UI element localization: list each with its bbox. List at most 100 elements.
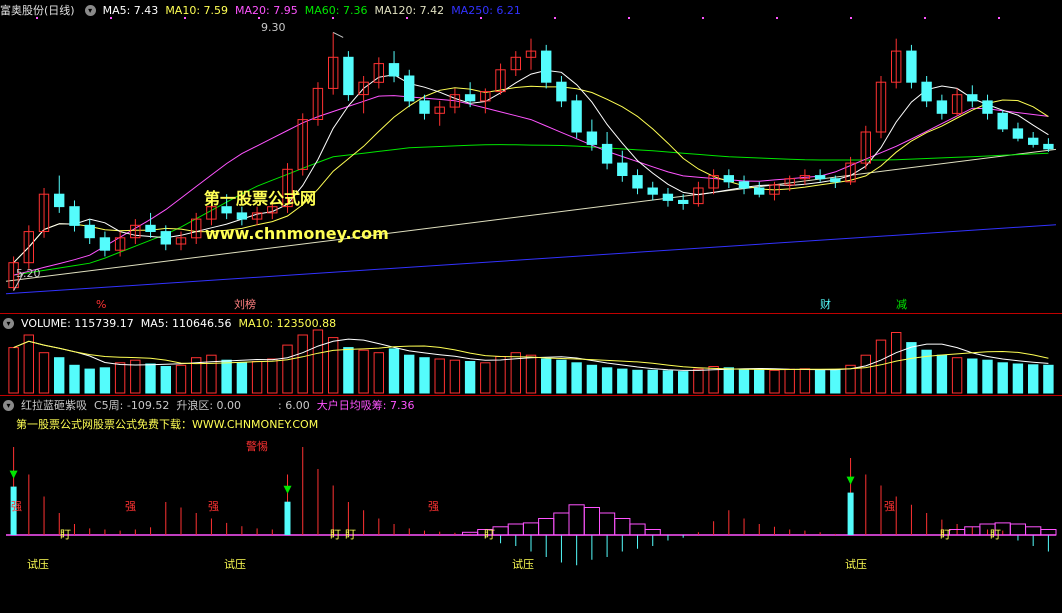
collapse-icon[interactable]: ▾ xyxy=(3,317,14,329)
volume-bar xyxy=(206,354,217,394)
accumulation-bar xyxy=(599,512,616,536)
volume-bar xyxy=(662,370,674,394)
indicator-c5: C5周: -109.52 xyxy=(94,398,170,412)
volume-bar xyxy=(38,352,50,394)
signal-dot xyxy=(554,17,556,19)
signal-dot xyxy=(480,17,482,19)
event-marker[interactable]: 刘榜 xyxy=(234,298,256,311)
candle-down xyxy=(586,131,598,145)
volume-bar xyxy=(632,369,643,394)
event-marker[interactable]: % xyxy=(96,298,106,311)
volume-bar xyxy=(830,369,841,394)
volume-value: VOLUME: 115739.17 xyxy=(21,316,134,330)
accumulation-bar xyxy=(507,523,524,536)
volume-bar xyxy=(84,368,95,394)
event-marker[interactable]: 财 xyxy=(820,298,831,311)
accumulation-bar xyxy=(1025,526,1042,536)
volume-bar xyxy=(251,361,263,394)
accumulation-bar xyxy=(553,512,570,536)
candle-down xyxy=(236,212,248,220)
strong-label: 强 xyxy=(884,500,895,513)
volume-bar xyxy=(723,367,734,394)
candle-down xyxy=(921,81,932,102)
candle-down xyxy=(632,175,643,189)
down-arrow-icon xyxy=(846,476,855,485)
test-label: 试压 xyxy=(27,558,49,571)
volume-bar xyxy=(328,337,339,394)
volume-bar xyxy=(738,368,750,394)
volume-bar xyxy=(282,344,293,394)
candle-down xyxy=(997,112,1008,130)
indicator-pane xyxy=(6,447,1057,566)
volume-bar xyxy=(145,363,156,394)
volume-bar xyxy=(343,347,354,394)
volume-bar xyxy=(708,366,719,394)
ma5-legend: MA5: 7.43 xyxy=(102,3,159,17)
stare-label: 盯 xyxy=(330,528,341,541)
candle-down xyxy=(541,50,552,83)
accumulation-bar xyxy=(538,518,555,536)
volume-bar xyxy=(769,369,780,394)
volume-bar xyxy=(997,362,1008,394)
volume-bar xyxy=(312,329,324,394)
candle-down xyxy=(662,193,674,201)
test-label: 试压 xyxy=(845,558,867,571)
volume-bar xyxy=(571,362,582,394)
strong-label: 强 xyxy=(125,500,136,513)
signal-dot xyxy=(184,17,186,19)
watermark-title: 第一股票公式网 xyxy=(204,189,317,208)
down-arrow-icon xyxy=(283,485,292,494)
candle-down xyxy=(906,50,917,83)
candle-down xyxy=(388,63,400,77)
volume-bar xyxy=(617,368,628,394)
volume-ma5: MA5: 110646.56 xyxy=(140,316,232,330)
down-arrow-icon xyxy=(9,470,18,479)
volume-bar xyxy=(404,354,415,394)
accumulation-bar xyxy=(568,504,585,536)
candle-down xyxy=(99,237,111,251)
volume-bar xyxy=(967,358,978,394)
volume-bar xyxy=(906,342,917,394)
accumulation-bar xyxy=(1009,523,1026,536)
candle-down xyxy=(1043,143,1054,150)
candle-down xyxy=(754,187,765,195)
volume-bar xyxy=(754,369,765,394)
signal-bar xyxy=(284,501,291,535)
pane-divider[interactable] xyxy=(0,313,1062,314)
accumulation-bar xyxy=(629,523,646,536)
volume-bar xyxy=(951,357,963,394)
indicator-note: 第一股票公式网股票公式免费下载：WWW.CHNMONEY.COM xyxy=(16,418,319,431)
pane-divider[interactable] xyxy=(0,395,1062,396)
stare-label: 盯 xyxy=(345,528,356,541)
volume-legend: ▾ VOLUME: 115739.17 MA5: 110646.56 MA10:… xyxy=(0,316,336,330)
volume-bar xyxy=(647,369,658,394)
volume-pane xyxy=(8,329,1054,394)
volume-bar xyxy=(556,359,567,394)
accumulation-bar xyxy=(522,522,540,536)
accumulation-bar xyxy=(462,531,479,536)
volume-bar xyxy=(1028,364,1039,394)
event-marker[interactable]: 减 xyxy=(896,298,907,311)
candle-down xyxy=(404,75,415,102)
test-label: 试压 xyxy=(512,558,534,571)
stare-label: 盯 xyxy=(60,528,71,541)
collapse-icon[interactable]: ▾ xyxy=(84,4,96,16)
candle-down xyxy=(419,100,430,114)
candle-down xyxy=(601,143,613,164)
price-low-label: 5.20 xyxy=(16,267,41,280)
volume-bar xyxy=(464,361,476,394)
ma20-line xyxy=(13,95,1049,276)
volume-ma10: MA10: 123500.88 xyxy=(238,316,337,330)
signal-bar xyxy=(847,492,854,535)
signal-dot xyxy=(406,17,408,19)
volume-bar xyxy=(297,334,308,394)
volume-bar xyxy=(891,332,902,394)
volume-bar xyxy=(860,354,871,394)
volume-bar xyxy=(114,362,126,394)
volume-bar xyxy=(419,357,430,394)
accumulation-bar xyxy=(1040,529,1057,536)
volume-bar xyxy=(160,366,172,394)
collapse-icon[interactable]: ▾ xyxy=(3,399,14,411)
signal-dot xyxy=(776,17,778,19)
strong-label: 强 xyxy=(208,500,219,513)
